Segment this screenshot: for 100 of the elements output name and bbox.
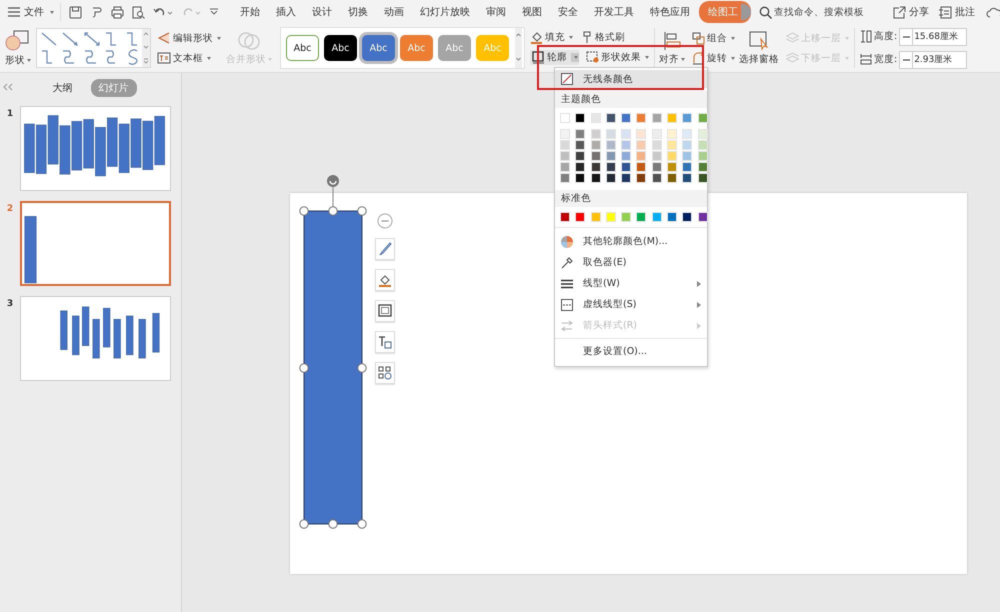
print-icon[interactable]	[111, 6, 124, 18]
style-brush-button[interactable]	[375, 238, 395, 260]
color-swatch[interactable]	[621, 140, 632, 150]
color-swatch[interactable]	[698, 212, 708, 222]
color-swatch[interactable]	[621, 212, 632, 222]
line-gallery[interactable]	[36, 28, 151, 68]
gallery-scroll-icon[interactable]	[515, 28, 522, 68]
color-swatch[interactable]	[667, 212, 678, 222]
edit-shape-button[interactable]: 编辑形状	[157, 32, 221, 44]
color-swatch[interactable]	[606, 151, 616, 161]
color-swatch[interactable]	[698, 140, 708, 150]
selection-pane-button[interactable]: 选择窗格	[738, 30, 780, 66]
comment-button[interactable]: 批注	[936, 5, 978, 19]
slide-thumbnail[interactable]	[20, 296, 171, 381]
color-swatch[interactable]	[636, 212, 646, 222]
gallery-scroll-icon[interactable]	[142, 29, 150, 67]
color-swatch[interactable]	[590, 113, 601, 123]
resize-handle[interactable]	[299, 519, 309, 529]
color-swatch[interactable]	[698, 162, 708, 172]
color-swatch[interactable]	[560, 151, 570, 161]
shape-style-tile[interactable]: Abc	[286, 35, 319, 61]
color-swatch[interactable]	[590, 162, 601, 172]
collapse-icon[interactable]	[3, 83, 13, 91]
color-swatch[interactable]	[636, 129, 646, 139]
layout-options-button[interactable]	[375, 362, 395, 384]
decrement-button[interactable]	[899, 28, 914, 46]
shape-effect-button[interactable]: 形状效果	[586, 50, 649, 65]
color-swatch[interactable]	[698, 151, 708, 161]
color-swatch[interactable]	[590, 173, 601, 183]
resize-handle[interactable]	[328, 206, 338, 216]
ribbon-tab[interactable]: 视图	[515, 1, 549, 23]
color-swatch[interactable]	[682, 113, 692, 123]
outline-color-button[interactable]	[375, 300, 395, 322]
cloud-icon[interactable]	[986, 6, 1000, 18]
format-painter-button[interactable]: 格式刷	[580, 31, 625, 44]
color-swatch[interactable]	[560, 212, 570, 222]
color-swatch[interactable]	[667, 173, 678, 183]
color-swatch[interactable]	[636, 173, 646, 183]
rotate-handle[interactable]	[327, 175, 339, 187]
color-swatch[interactable]	[606, 162, 616, 172]
color-swatch[interactable]	[636, 140, 646, 150]
color-swatch[interactable]	[682, 129, 692, 139]
ribbon-tab[interactable]: 审阅	[479, 1, 513, 23]
color-swatch[interactable]	[606, 129, 616, 139]
color-swatch[interactable]	[621, 151, 632, 161]
color-swatch[interactable]	[652, 129, 662, 139]
slide-thumbnail[interactable]	[20, 106, 171, 191]
slide-thumbnail[interactable]	[20, 201, 171, 286]
outline-button[interactable]: 轮廓	[530, 50, 579, 65]
brush-icon[interactable]	[90, 6, 103, 18]
color-swatch[interactable]	[621, 173, 632, 183]
menu-item[interactable]: 取色器(E)	[555, 252, 707, 273]
text-box-button[interactable]	[375, 331, 395, 353]
ribbon-tab[interactable]: 安全	[551, 1, 585, 23]
resize-handle[interactable]	[299, 206, 309, 216]
color-swatch[interactable]	[667, 140, 678, 150]
file-menu-button[interactable]: 文件	[8, 3, 61, 21]
color-swatch[interactable]	[652, 212, 662, 222]
color-swatch[interactable]	[621, 129, 632, 139]
color-swatch[interactable]	[698, 113, 708, 123]
share-button[interactable]: 分享	[890, 5, 932, 19]
ribbon-tab[interactable]: 幻灯片放映	[413, 1, 477, 23]
color-swatch[interactable]	[560, 173, 570, 183]
ribbon-tab[interactable]: 动画	[377, 1, 411, 23]
shape-style-tile[interactable]: Abc	[324, 35, 357, 61]
color-swatch[interactable]	[652, 173, 662, 183]
no-line-menu-item[interactable]: 无线条颜色	[555, 70, 707, 88]
color-swatch[interactable]	[590, 151, 601, 161]
ribbon-tab[interactable]: 切换	[341, 1, 375, 23]
ribbon-tab[interactable]: 开始	[233, 1, 267, 23]
color-swatch[interactable]	[667, 113, 678, 123]
color-swatch[interactable]	[606, 173, 616, 183]
resize-handle[interactable]	[299, 363, 309, 373]
color-swatch[interactable]	[636, 113, 646, 123]
shape-button[interactable]: 形状	[3, 28, 33, 68]
ribbon-tab[interactable]: 设计	[305, 1, 339, 23]
align-button[interactable]: 对齐	[658, 30, 686, 66]
more-settings-menu-item[interactable]: 更多设置(O)...	[555, 341, 707, 362]
color-swatch[interactable]	[652, 113, 662, 123]
save-icon[interactable]	[69, 6, 82, 18]
color-swatch[interactable]	[575, 162, 586, 172]
text-box-button[interactable]: 文本框	[157, 52, 221, 64]
caret-icon[interactable]	[209, 8, 219, 16]
menu-item[interactable]: 其他轮廓颜色(M)...	[555, 231, 707, 252]
color-swatch[interactable]	[636, 151, 646, 161]
color-swatch[interactable]	[560, 162, 570, 172]
fill-button[interactable]: 填充	[530, 31, 573, 44]
color-swatch[interactable]	[682, 212, 692, 222]
command-search-field[interactable]: 查找命令、搜索模板	[759, 6, 886, 18]
color-swatch[interactable]	[636, 162, 646, 172]
color-swatch[interactable]	[560, 129, 570, 139]
color-swatch[interactable]	[606, 113, 616, 123]
color-swatch[interactable]	[682, 173, 692, 183]
color-swatch[interactable]	[698, 173, 708, 183]
resize-handle[interactable]	[357, 206, 367, 216]
color-swatch[interactable]	[667, 151, 678, 161]
resize-handle[interactable]	[328, 519, 338, 529]
panel-tab[interactable]: 大纲	[44, 79, 80, 97]
color-swatch[interactable]	[575, 129, 586, 139]
color-swatch[interactable]	[667, 129, 678, 139]
